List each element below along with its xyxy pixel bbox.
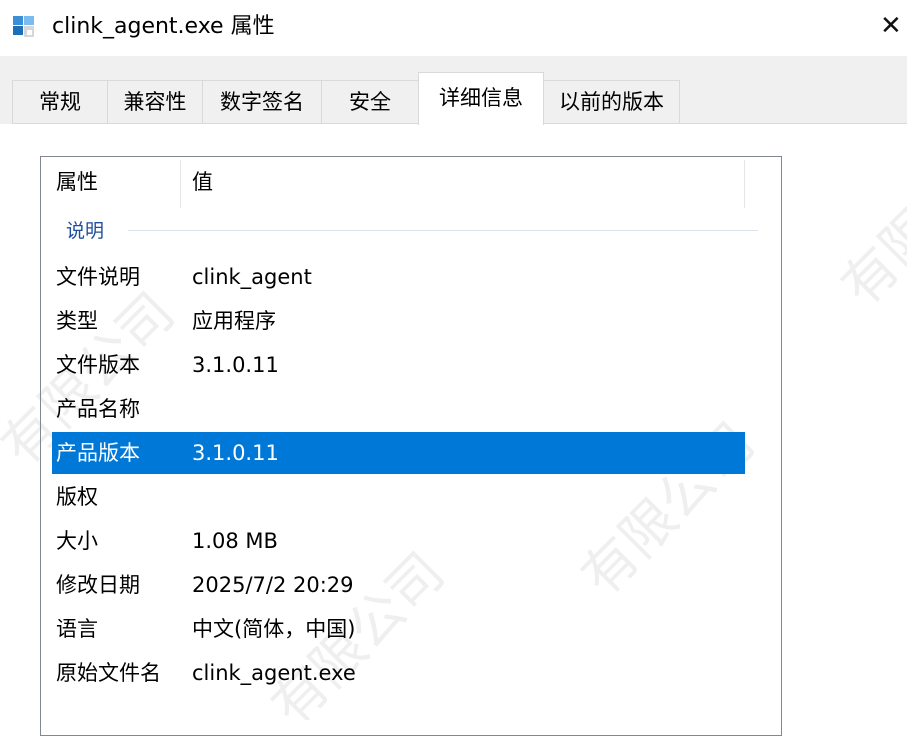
property-value: 3.1.0.11 bbox=[192, 441, 279, 465]
property-value: 1.08 MB bbox=[192, 529, 278, 553]
property-row[interactable]: 原始文件名 clink_agent.exe bbox=[52, 652, 745, 694]
column-separator[interactable] bbox=[180, 160, 181, 208]
column-separator[interactable] bbox=[744, 160, 745, 208]
property-name: 语言 bbox=[56, 617, 98, 641]
tab-general[interactable]: 常规 bbox=[12, 80, 108, 123]
property-row[interactable]: 产品名称 bbox=[52, 388, 745, 430]
property-value: clink_agent.exe bbox=[192, 661, 356, 685]
property-row[interactable]: 版权 bbox=[52, 476, 745, 518]
property-value: 中文(简体，中国) bbox=[192, 617, 356, 641]
security-shield-icon bbox=[13, 16, 34, 37]
window-title: clink_agent.exe 属性 bbox=[52, 14, 275, 39]
group-header-description: 说明 bbox=[66, 220, 105, 242]
property-value: 2025/7/2 20:29 bbox=[192, 573, 354, 597]
tab-digital-signatures[interactable]: 数字签名 bbox=[202, 80, 322, 123]
title-bar: clink_agent.exe 属性 ✕ bbox=[0, 0, 907, 56]
property-name: 修改日期 bbox=[56, 573, 140, 597]
column-header-property[interactable]: 属性 bbox=[56, 168, 98, 196]
property-row[interactable]: 大小 1.08 MB bbox=[52, 520, 745, 562]
property-name: 类型 bbox=[56, 309, 98, 333]
tab-security[interactable]: 安全 bbox=[321, 80, 419, 123]
property-name: 版权 bbox=[56, 485, 98, 509]
property-row[interactable]: 修改日期 2025/7/2 20:29 bbox=[52, 564, 745, 606]
property-row[interactable]: 语言 中文(简体，中国) bbox=[52, 608, 745, 650]
property-name: 文件说明 bbox=[56, 265, 140, 289]
property-row[interactable]: 文件说明 clink_agent bbox=[52, 256, 745, 298]
group-divider bbox=[128, 230, 758, 231]
property-name: 文件版本 bbox=[56, 353, 140, 377]
property-row[interactable]: 类型 应用程序 bbox=[52, 300, 745, 342]
property-name: 产品版本 bbox=[56, 441, 140, 465]
property-value: clink_agent bbox=[192, 265, 312, 289]
close-button[interactable]: ✕ bbox=[880, 8, 907, 44]
property-value: 应用程序 bbox=[192, 309, 276, 333]
property-name: 产品名称 bbox=[56, 397, 140, 421]
property-row[interactable]: 文件版本 3.1.0.11 bbox=[52, 344, 745, 386]
column-header-value[interactable]: 值 bbox=[192, 168, 213, 196]
property-name: 原始文件名 bbox=[56, 661, 161, 685]
tab-compatibility[interactable]: 兼容性 bbox=[107, 80, 203, 123]
tab-details[interactable]: 详细信息 bbox=[418, 72, 544, 125]
property-value: 3.1.0.11 bbox=[192, 353, 279, 377]
property-row-selected[interactable]: 产品版本 3.1.0.11 bbox=[52, 432, 745, 474]
tab-previous-versions[interactable]: 以前的版本 bbox=[543, 80, 680, 123]
property-name: 大小 bbox=[56, 529, 98, 553]
close-icon: ✕ bbox=[880, 11, 902, 41]
